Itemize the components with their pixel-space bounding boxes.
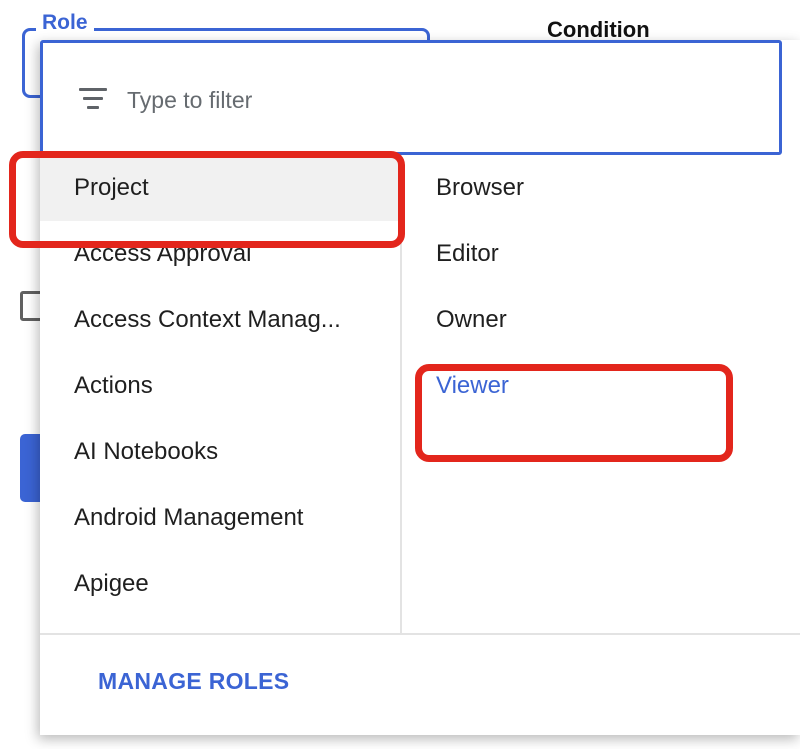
dropdown-footer: MANAGE ROLES — [40, 633, 800, 735]
filter-input[interactable] — [127, 80, 687, 120]
service-item-android-management[interactable]: Android Management — [40, 485, 400, 551]
role-field-label: Role — [36, 10, 94, 36]
filter-list-icon — [79, 88, 107, 110]
project-highlight-outline — [9, 151, 405, 248]
manage-roles-link[interactable]: MANAGE ROLES — [98, 665, 289, 697]
role-item-owner[interactable]: Owner — [402, 287, 800, 353]
service-item-actions[interactable]: Actions — [40, 353, 400, 419]
service-item-ai-notebooks[interactable]: AI Notebooks — [40, 419, 400, 485]
service-item-access-context-manager[interactable]: Access Context Manag... — [40, 287, 400, 353]
iam-role-picker-screen: Role Condition Project Access Approval A… — [0, 0, 800, 749]
service-item-apigee[interactable]: Apigee — [40, 551, 400, 617]
role-item-editor[interactable]: Editor — [402, 221, 800, 287]
filter-box — [40, 40, 782, 155]
role-item-browser[interactable]: Browser — [402, 155, 800, 221]
viewer-highlight-outline — [415, 364, 733, 462]
